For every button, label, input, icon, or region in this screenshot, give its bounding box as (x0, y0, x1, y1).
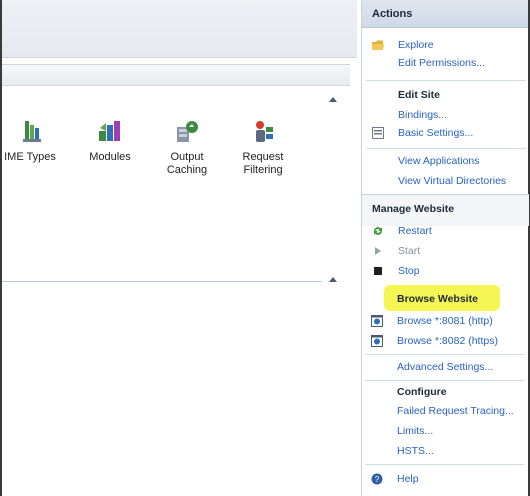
collapse-group-icon[interactable] (329, 97, 337, 102)
request-filtering-icon (250, 119, 276, 145)
separator (365, 464, 525, 465)
browse-icon (371, 315, 383, 327)
feature-request-filtering[interactable]: Request Filtering (230, 119, 296, 177)
separator (365, 354, 525, 355)
group-divider (2, 281, 322, 282)
feature-label: IME Types (4, 151, 56, 163)
features-view: IME Types Modules Output Caching Request… (0, 0, 357, 496)
feature-label: Output Caching (166, 151, 208, 176)
mime-types-icon (17, 119, 43, 145)
feature-output-caching[interactable]: Output Caching (157, 119, 217, 177)
browse-icon (371, 335, 383, 347)
separator (365, 380, 525, 381)
feature-view-toolbar (2, 0, 357, 58)
feature-label: Request Filtering (242, 151, 284, 176)
svg-text:?: ? (375, 475, 380, 484)
feature-label: Modules (89, 151, 131, 163)
help-icon: ? (371, 473, 383, 485)
collapse-group-icon[interactable] (329, 277, 337, 282)
feature-mime-types[interactable]: IME Types (0, 119, 70, 164)
feature-modules[interactable]: Modules (80, 119, 140, 164)
group-header-bar (2, 64, 350, 86)
output-caching-icon (174, 119, 200, 145)
actions-pane-overlay: Browse Website Browse *:8081 (http) Brow… (361, 0, 530, 496)
modules-icon (97, 119, 123, 145)
